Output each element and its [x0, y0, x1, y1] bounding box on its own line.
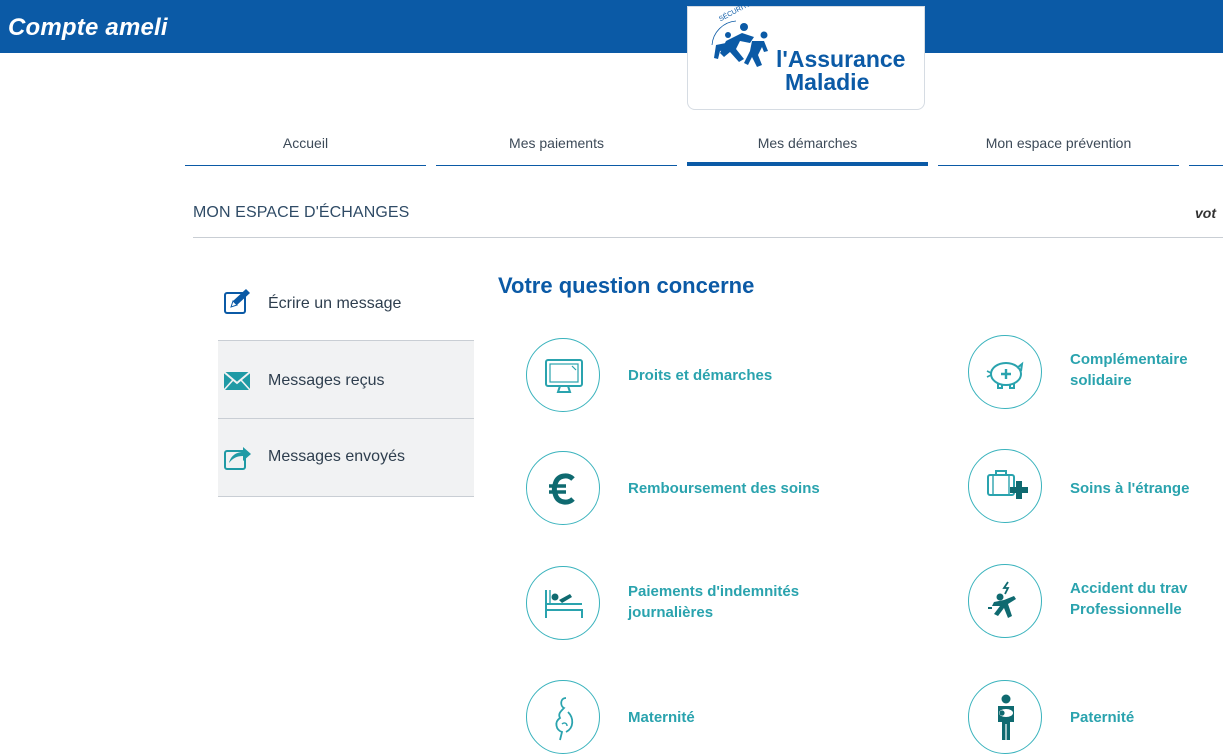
topic-label: Droits et démarches [628, 367, 773, 384]
logo-figures-icon [711, 20, 768, 67]
euro-icon [549, 473, 575, 505]
messages-menu: Écrire un message Messages reçus Message… [218, 263, 474, 497]
topic-circle [968, 335, 1042, 409]
topic-circle [968, 449, 1042, 523]
topic-circle [526, 680, 600, 754]
tab-accueil[interactable]: Accueil [185, 128, 426, 166]
section-title: MON ESPACE D'ÉCHANGES [193, 204, 410, 221]
father-baby-icon [998, 694, 1014, 740]
menu-item-messages-envoyes[interactable]: Messages envoyés [218, 419, 474, 497]
tab-overflow[interactable] [1189, 128, 1223, 166]
menu-item-label: Messages reçus [268, 372, 385, 389]
bed-icon [545, 590, 583, 618]
section-divider [193, 237, 1223, 238]
topic-label: Soins à l'étrange [1070, 480, 1190, 497]
topic-circle [526, 338, 600, 412]
topic-circle [968, 680, 1042, 754]
topic-paternite[interactable]: Paternité [968, 680, 1223, 756]
logo-text-line2: Maladie [785, 69, 870, 95]
menu-item-messages-recus[interactable]: Messages reçus [218, 341, 474, 419]
menu-item-ecrire-message[interactable]: Écrire un message [218, 263, 474, 341]
topic-remboursement-soins[interactable]: Remboursement des soins [526, 451, 886, 527]
question-heading: Votre question concerne [498, 273, 755, 298]
logo-text-line1: l'Assurance [776, 46, 906, 72]
top-bar: Compte ameli [0, 0, 1223, 53]
topic-complementaire-solidaire[interactable]: Complémentaire solidaire [968, 335, 1223, 411]
menu-item-label: Écrire un message [268, 295, 402, 312]
envelope-icon [223, 371, 251, 391]
piggy-bank-icon [986, 361, 1024, 389]
topic-circle [526, 451, 600, 525]
topic-circle [526, 566, 600, 640]
menu-item-label: Messages envoyés [268, 448, 405, 465]
tab-mon-espace-prevention[interactable]: Mon espace prévention [938, 128, 1179, 166]
section-right-text[interactable]: vot [1195, 205, 1216, 221]
topic-label: Complémentaire [1070, 351, 1188, 368]
main-nav: Accueil Mes paiements Mes démarches Mon … [185, 128, 1223, 168]
topic-label: Professionnelle [1070, 601, 1182, 618]
topic-label: journalières [628, 604, 714, 621]
tab-mes-demarches[interactable]: Mes démarches [687, 128, 928, 166]
topic-label: Remboursement des soins [628, 480, 820, 497]
edit-message-icon [224, 289, 250, 314]
tab-mes-paiements[interactable]: Mes paiements [436, 128, 677, 166]
assurance-maladie-logo[interactable]: SÉCURITÉ SOCIALE l'Assurance Maladie [687, 0, 925, 110]
accident-icon [988, 581, 1016, 618]
computer-monitor-icon [545, 359, 583, 393]
topic-label: Paternité [1070, 709, 1135, 726]
sent-message-icon [224, 447, 251, 470]
topic-indemnites-journalieres[interactable]: Paiements d'indemnités journalières [526, 566, 886, 642]
topic-maternite[interactable]: Maternité [526, 680, 826, 756]
topic-label: solidaire [1070, 372, 1132, 389]
topic-label: Paiements d'indemnités [628, 583, 800, 600]
suitcase-medical-icon [987, 470, 1028, 499]
topic-droits-demarches[interactable]: Droits et démarches [526, 338, 826, 414]
topic-soins-etranger[interactable]: Soins à l'étrange [968, 449, 1223, 525]
app-title[interactable]: Compte ameli [8, 14, 168, 42]
pregnancy-icon [555, 697, 574, 741]
topic-label: Maternité [628, 709, 695, 726]
topic-circle [968, 564, 1042, 638]
topic-label: Accident du trav [1070, 580, 1188, 597]
topic-accident-travail[interactable]: Accident du trav Professionnelle [968, 564, 1223, 640]
